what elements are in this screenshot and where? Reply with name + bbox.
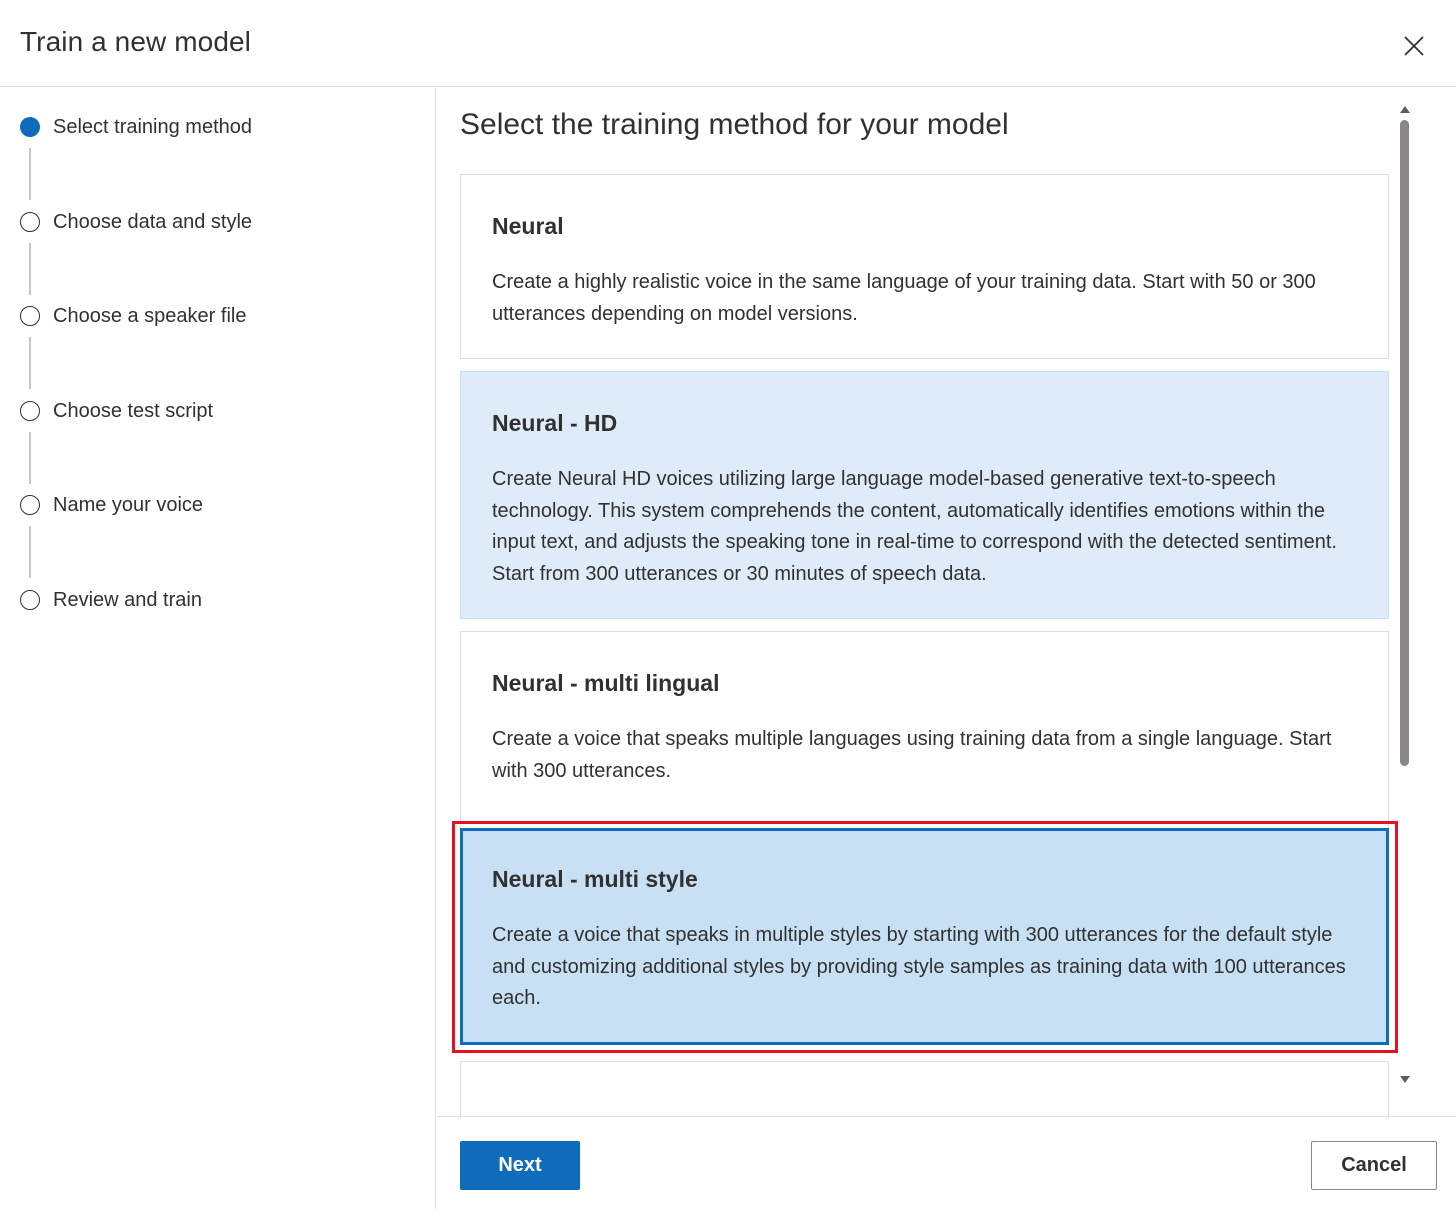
scrollbar-thumb[interactable] (1400, 120, 1409, 766)
step-connector (29, 526, 31, 578)
cancel-button[interactable]: Cancel (1311, 1141, 1437, 1190)
step-label: Select training method (53, 115, 253, 138)
card-description: Create a voice that speaks multiple lang… (492, 728, 1332, 782)
step-name-your-voice[interactable]: Name your voice (20, 490, 203, 520)
training-method-card-neural[interactable]: Neural Create a highly realistic voice i… (460, 174, 1389, 359)
step-connector (29, 337, 31, 389)
step-choose-speaker-file[interactable]: Choose a speaker file (20, 301, 246, 331)
card-description: Create Neural HD voices utilizing large … (492, 468, 1337, 586)
training-method-panel: Select the training method for your mode… (437, 88, 1456, 1116)
step-label: Name your voice (53, 493, 204, 516)
step-label: Choose a speaker file (53, 304, 247, 327)
step-connector (29, 148, 31, 200)
step-choose-data-and-style[interactable]: Choose data and style (20, 207, 252, 237)
step-indicator-icon (20, 495, 40, 515)
step-indicator-icon (20, 590, 40, 610)
card-title: Neural (492, 213, 564, 239)
step-indicator-icon (20, 401, 40, 421)
training-method-card-partial[interactable] (460, 1061, 1389, 1116)
step-choose-test-script[interactable]: Choose test script (20, 396, 213, 426)
step-label: Review and train (53, 588, 202, 611)
card-title: Neural - multi style (492, 866, 698, 892)
step-indicator-icon (20, 306, 40, 326)
dialog-header: Train a new model (0, 0, 1456, 87)
step-connector (29, 243, 31, 295)
step-connector (29, 432, 31, 484)
step-select-training-method[interactable]: Select training method (20, 112, 252, 142)
close-icon (1404, 36, 1424, 56)
step-review-and-train[interactable]: Review and train (20, 585, 202, 615)
step-label: Choose test script (53, 399, 214, 422)
step-label: Choose data and style (53, 210, 253, 233)
scroll-down-button[interactable] (1399, 1076, 1411, 1086)
next-button[interactable]: Next (460, 1141, 580, 1190)
caret-up-icon (1400, 106, 1410, 113)
scroll-up-button[interactable] (1399, 106, 1411, 116)
training-method-card-neural-hd[interactable]: Neural - HD Create Neural HD voices util… (460, 371, 1389, 619)
training-method-card-neural-multi-style[interactable]: Neural - multi style Create a voice that… (460, 828, 1389, 1045)
wizard-steps-sidebar: Select training method Choose data and s… (0, 88, 436, 1209)
card-title: Neural - multi lingual (492, 670, 720, 696)
dialog-title: Train a new model (20, 26, 251, 57)
card-title: Neural - HD (492, 410, 618, 436)
training-method-card-neural-multi-lingual[interactable]: Neural - multi lingual Create a voice th… (460, 631, 1389, 831)
card-description: Create a highly realistic voice in the s… (492, 271, 1316, 325)
card-description: Create a voice that speaks in multiple s… (492, 924, 1346, 1010)
section-title: Select the training method for your mode… (460, 108, 1009, 141)
dialog-footer: Next Cancel (437, 1116, 1456, 1209)
step-indicator-icon (20, 212, 40, 232)
close-button[interactable] (1396, 28, 1432, 64)
caret-down-icon (1400, 1076, 1410, 1083)
step-active-indicator-icon (20, 117, 40, 137)
